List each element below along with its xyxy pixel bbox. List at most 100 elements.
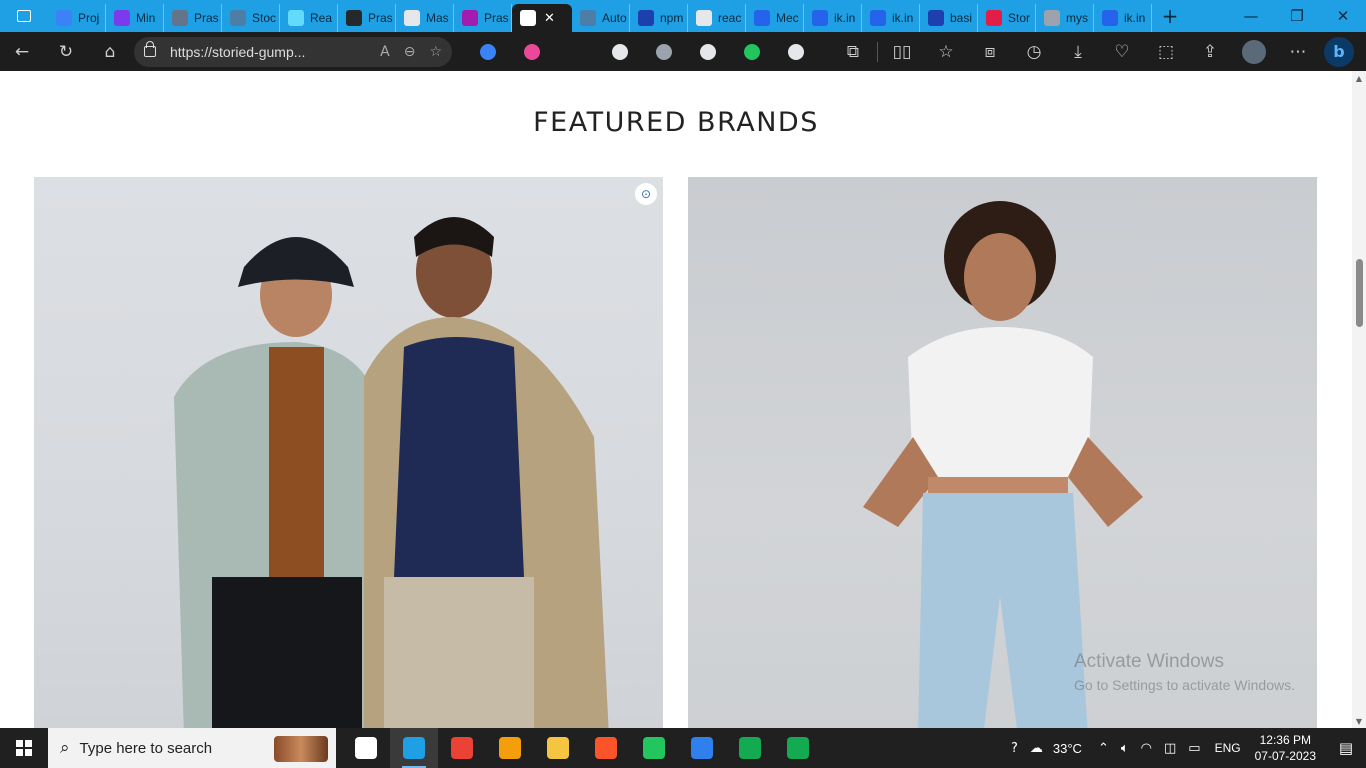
browser-tab-strip: Proj Min Pras Stoc Rea Pras Mas Pras ✕ Auto npm rea… — [0, 0, 1366, 32]
extensions-button[interactable]: ⧉ — [831, 32, 875, 71]
volume-icon[interactable]: 🔈︎ — [1121, 741, 1129, 756]
read-aloud-icon[interactable]: A — [380, 44, 390, 60]
extension-button[interactable] — [598, 32, 642, 71]
back-button[interactable]: ← — [0, 32, 44, 71]
page-scrollbar[interactable]: ▲ ▼ — [1352, 71, 1366, 728]
close-window-button[interactable]: ✕ — [1320, 0, 1366, 32]
favorite-star-icon[interactable]: ☆ — [429, 44, 442, 60]
zoom-icon[interactable]: ⊖ — [404, 44, 416, 60]
close-tab-icon[interactable]: ✕ — [544, 11, 555, 26]
extension-icon — [524, 43, 540, 60]
browser-tab[interactable]: Pras — [338, 4, 396, 32]
restore-button[interactable]: ❐ — [1274, 0, 1320, 32]
browser-tab[interactable]: reac — [688, 4, 746, 32]
weather-temperature[interactable]: 33°C — [1053, 741, 1082, 756]
browser-tab[interactable]: Proj — [48, 4, 106, 32]
browser-tab[interactable]: ik.in — [804, 4, 862, 32]
split-screen-button[interactable]: ▯▯ — [880, 32, 924, 71]
visual-search-icon[interactable]: ⊙ — [635, 183, 657, 205]
extension-button[interactable] — [510, 32, 554, 71]
scroll-down-arrow-icon[interactable]: ▼ — [1352, 714, 1366, 728]
tab-favicon-icon — [346, 10, 362, 26]
profile-avatar[interactable] — [1242, 39, 1266, 64]
google-drive-icon — [643, 737, 665, 759]
bing-copilot-button[interactable]: b — [1324, 36, 1354, 67]
browser-tab[interactable]: Stoc — [222, 4, 280, 32]
taskbar-app-task-view[interactable] — [342, 728, 390, 768]
settings-menu-button[interactable]: ⋯ — [1276, 32, 1320, 71]
browser-tab[interactable]: Min — [106, 4, 164, 32]
tab-favicon-icon — [870, 10, 886, 26]
tab-favicon-icon — [114, 10, 130, 26]
help-icon[interactable]: ? — [1011, 741, 1018, 756]
browser-tab[interactable]: Pras — [454, 4, 512, 32]
extension-button[interactable] — [466, 32, 510, 71]
tab-favicon-icon — [754, 10, 770, 26]
tab-actions-button[interactable] — [0, 0, 48, 32]
tab-favicon-icon — [986, 10, 1002, 26]
taskbar-app-mongodb-compass[interactable] — [726, 728, 774, 768]
mongodb-compass-icon — [739, 737, 761, 759]
performance-button[interactable]: ♡ — [1100, 32, 1144, 71]
home-button[interactable]: ⌂ — [88, 32, 132, 71]
taskbar-app-brave[interactable] — [582, 728, 630, 768]
refresh-button[interactable]: ↻ — [44, 32, 88, 71]
extension-button[interactable] — [774, 32, 818, 71]
wifi-icon[interactable]: ◠ — [1141, 741, 1152, 756]
page-viewport: FEATURED BRANDS ⊙ Activate Windows Go to… — [0, 71, 1352, 728]
input-language[interactable]: ENG — [1215, 741, 1241, 755]
start-button[interactable] — [0, 728, 48, 768]
scroll-thumb[interactable] — [1356, 259, 1363, 327]
new-tab-button[interactable]: + — [1156, 2, 1184, 30]
taskbar-app-file-explorer[interactable] — [534, 728, 582, 768]
history-button[interactable]: ◷ — [1012, 32, 1056, 71]
browser-tab[interactable]: Rea — [280, 4, 338, 32]
taskbar-app-mongodb[interactable] — [774, 728, 822, 768]
extension-button[interactable] — [642, 32, 686, 71]
weather-icon[interactable]: ☁ — [1030, 741, 1043, 756]
browser-tab[interactable]: Mas — [396, 4, 454, 32]
downloads-button[interactable]: ⤓ — [1056, 32, 1100, 71]
taskbar-app-edge[interactable] — [390, 728, 438, 768]
browser-tab[interactable]: ik.in — [862, 4, 920, 32]
browser-tab[interactable]: ✕ — [512, 4, 572, 32]
share-button[interactable]: ⇪ — [1188, 32, 1232, 71]
extension-button[interactable] — [686, 32, 730, 71]
browser-tab[interactable]: Mec — [746, 4, 804, 32]
womenswear-photo — [863, 201, 1143, 728]
web-capture-button[interactable]: ⬚ — [1144, 32, 1188, 71]
battery-icon[interactable]: ▭ — [1188, 741, 1200, 756]
notifications-button[interactable]: ▤ — [1326, 739, 1366, 757]
taskbar-app-google-drive[interactable] — [630, 728, 678, 768]
browser-tab[interactable]: Stor — [978, 4, 1036, 32]
tab-favicon-icon — [172, 10, 188, 26]
browser-tab[interactable]: Auto — [572, 4, 630, 32]
camera-icon[interactable]: ◫ — [1164, 741, 1176, 756]
tab-favicon-icon — [520, 10, 536, 26]
tab-label: ik.in — [834, 11, 856, 25]
extension-button[interactable] — [554, 32, 598, 71]
show-hidden-icons-chevron-icon[interactable]: ⌃ — [1098, 741, 1109, 756]
browser-tab[interactable]: npm — [630, 4, 688, 32]
taskbar-app-vscode[interactable] — [678, 728, 726, 768]
taskbar-app-store[interactable] — [486, 728, 534, 768]
browser-tab[interactable]: basi — [920, 4, 978, 32]
browser-tab[interactable]: mys — [1036, 4, 1094, 32]
browser-tab[interactable]: Pras — [164, 4, 222, 32]
taskbar-search-box[interactable]: ⌕ Type here to search — [48, 728, 336, 768]
address-bar[interactable]: https://storied-gump... A ⊖ ☆ — [134, 36, 452, 67]
browser-tab[interactable]: ik.in — [1094, 4, 1152, 32]
taskbar-clock[interactable]: 12:36 PM 07-07-2023 — [1255, 732, 1316, 764]
notification-icon: ▤ — [1338, 739, 1354, 757]
minimize-button[interactable]: — — [1228, 0, 1274, 32]
collections-button[interactable]: ⧈ — [968, 32, 1012, 71]
featured-brand-card-menswear[interactable]: ⊙ — [34, 177, 663, 728]
featured-brand-card-womenswear[interactable] — [688, 177, 1317, 728]
favorites-button[interactable]: ☆ — [924, 32, 968, 71]
collections-icon: ⧈ — [984, 41, 996, 62]
taskbar-app-chrome[interactable] — [438, 728, 486, 768]
scroll-up-arrow-icon[interactable]: ▲ — [1352, 71, 1366, 85]
home-icon: ⌂ — [104, 41, 116, 62]
extension-button[interactable] — [730, 32, 774, 71]
address-url[interactable]: https://storied-gump... — [170, 44, 366, 60]
